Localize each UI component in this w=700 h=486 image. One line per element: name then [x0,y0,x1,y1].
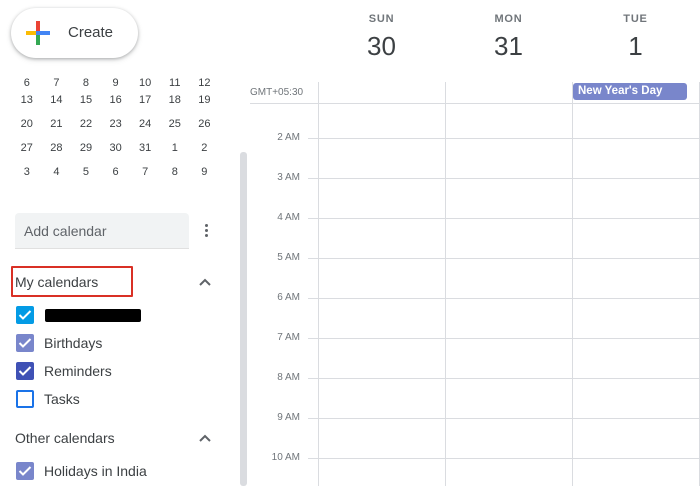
calendar-item-reminders[interactable]: Reminders [16,361,112,381]
mini-calendar-day[interactable]: 10 [130,78,160,88]
create-label: Create [68,24,114,41]
mini-calendar-week: 20 21 22 23 24 25 26 [12,112,222,136]
mini-calendar-day[interactable]: 9 [101,78,131,88]
checkbox-checked[interactable] [16,462,34,480]
mini-calendar-day[interactable]: 8 [71,78,101,88]
mini-calendar-day[interactable]: 13 [12,94,42,106]
hour-label: 10 AM [271,452,300,463]
sidebar: Create 6 7 8 9 10 11 12 13 14 15 16 17 1… [0,0,250,486]
checkbox-checked[interactable] [16,362,34,380]
checkbox-checked[interactable] [16,306,34,324]
mini-calendar: 6 7 8 9 10 11 12 13 14 15 16 17 18 19 20… [12,78,222,184]
mini-calendar-week-partial: 6 7 8 9 10 11 12 [12,78,222,88]
time-grid[interactable] [250,0,700,486]
hour-label: 2 AM [277,132,300,143]
mini-calendar-day[interactable]: 18 [160,94,190,106]
hour-label: 5 AM [277,252,300,263]
mini-calendar-day[interactable]: 21 [42,118,72,130]
calendar-item-tasks[interactable]: Tasks [16,389,80,409]
mini-calendar-day[interactable]: 2 [190,142,220,154]
mini-calendar-day[interactable]: 28 [42,142,72,154]
calendar-item-label: Reminders [44,363,112,379]
mini-calendar-day[interactable]: 25 [160,118,190,130]
hour-label: 4 AM [277,212,300,223]
mini-calendar-day[interactable]: 1 [160,142,190,154]
mini-calendar-day[interactable]: 12 [190,78,220,88]
mini-calendar-day[interactable]: 26 [190,118,220,130]
mini-calendar-day[interactable]: 11 [160,78,190,88]
mini-calendar-day[interactable]: 23 [101,118,131,130]
mini-calendar-day[interactable]: 31 [130,142,160,154]
mini-calendar-day[interactable]: 7 [42,78,72,88]
more-vert-icon[interactable] [200,222,212,240]
mini-calendar-day[interactable]: 5 [71,166,101,178]
mini-calendar-week: 3 4 5 6 7 8 9 [12,160,222,184]
mini-calendar-day[interactable]: 8 [160,166,190,178]
mini-calendar-week: 27 28 29 30 31 1 2 [12,136,222,160]
chevron-up-icon[interactable] [198,433,212,443]
mini-calendar-day[interactable]: 3 [12,166,42,178]
mini-calendar-day[interactable]: 17 [130,94,160,106]
all-day-event-chip[interactable]: New Year's Day [573,83,687,100]
week-view: SUN 30 MON 31 TUE 1 GMT+05:30 2 AM 3 AM … [250,0,700,486]
mini-calendar-day[interactable]: 15 [71,94,101,106]
mini-calendar-day[interactable]: 30 [101,142,131,154]
mini-calendar-day[interactable]: 6 [12,78,42,88]
mini-calendar-day[interactable]: 27 [12,142,42,154]
hour-label: 7 AM [277,332,300,343]
calendar-item-label: Holidays in India [44,463,147,479]
chevron-up-icon[interactable] [198,277,212,287]
add-calendar-input[interactable]: Add calendar [15,213,189,249]
calendar-item-label: Birthdays [44,335,103,351]
checkbox-checked[interactable] [16,334,34,352]
other-calendars-heading[interactable]: Other calendars [15,430,115,446]
plus-icon [26,21,50,45]
mini-calendar-week: 13 14 15 16 17 18 19 [12,88,222,112]
mini-calendar-day[interactable]: 29 [71,142,101,154]
mini-calendar-day[interactable]: 6 [101,166,131,178]
create-button[interactable]: Create [11,8,138,58]
checkbox-unchecked[interactable] [16,390,34,408]
mini-calendar-day[interactable]: 19 [190,94,220,106]
calendar-item-holidays[interactable]: Holidays in India [16,461,147,481]
mini-calendar-day[interactable]: 20 [12,118,42,130]
mini-calendar-day[interactable]: 14 [42,94,72,106]
calendar-item-birthdays[interactable]: Birthdays [16,333,102,353]
mini-calendar-day[interactable]: 7 [130,166,160,178]
hour-label: 8 AM [277,372,300,383]
highlight-annotation-box [11,266,133,297]
hour-label: 3 AM [277,172,300,183]
hour-label: 9 AM [277,412,300,423]
redaction-bar [45,309,141,322]
mini-calendar-day[interactable]: 9 [190,166,220,178]
mini-calendar-day[interactable]: 16 [101,94,131,106]
mini-calendar-day[interactable]: 24 [130,118,160,130]
calendar-item-personal[interactable] [16,305,44,325]
calendar-item-label: Tasks [44,391,80,407]
sidebar-scrollbar[interactable] [240,152,247,486]
mini-calendar-day[interactable]: 22 [71,118,101,130]
mini-calendar-day[interactable]: 4 [42,166,72,178]
hour-label: 6 AM [277,292,300,303]
